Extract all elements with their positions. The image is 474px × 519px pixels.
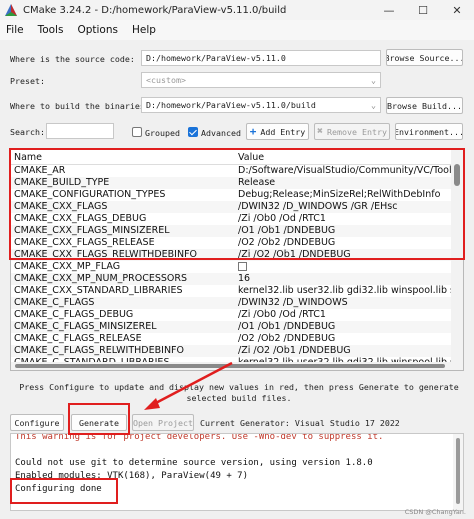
watermark: CSDN @ChangYan. [404,508,466,516]
annotation-arrow-icon [144,361,233,410]
